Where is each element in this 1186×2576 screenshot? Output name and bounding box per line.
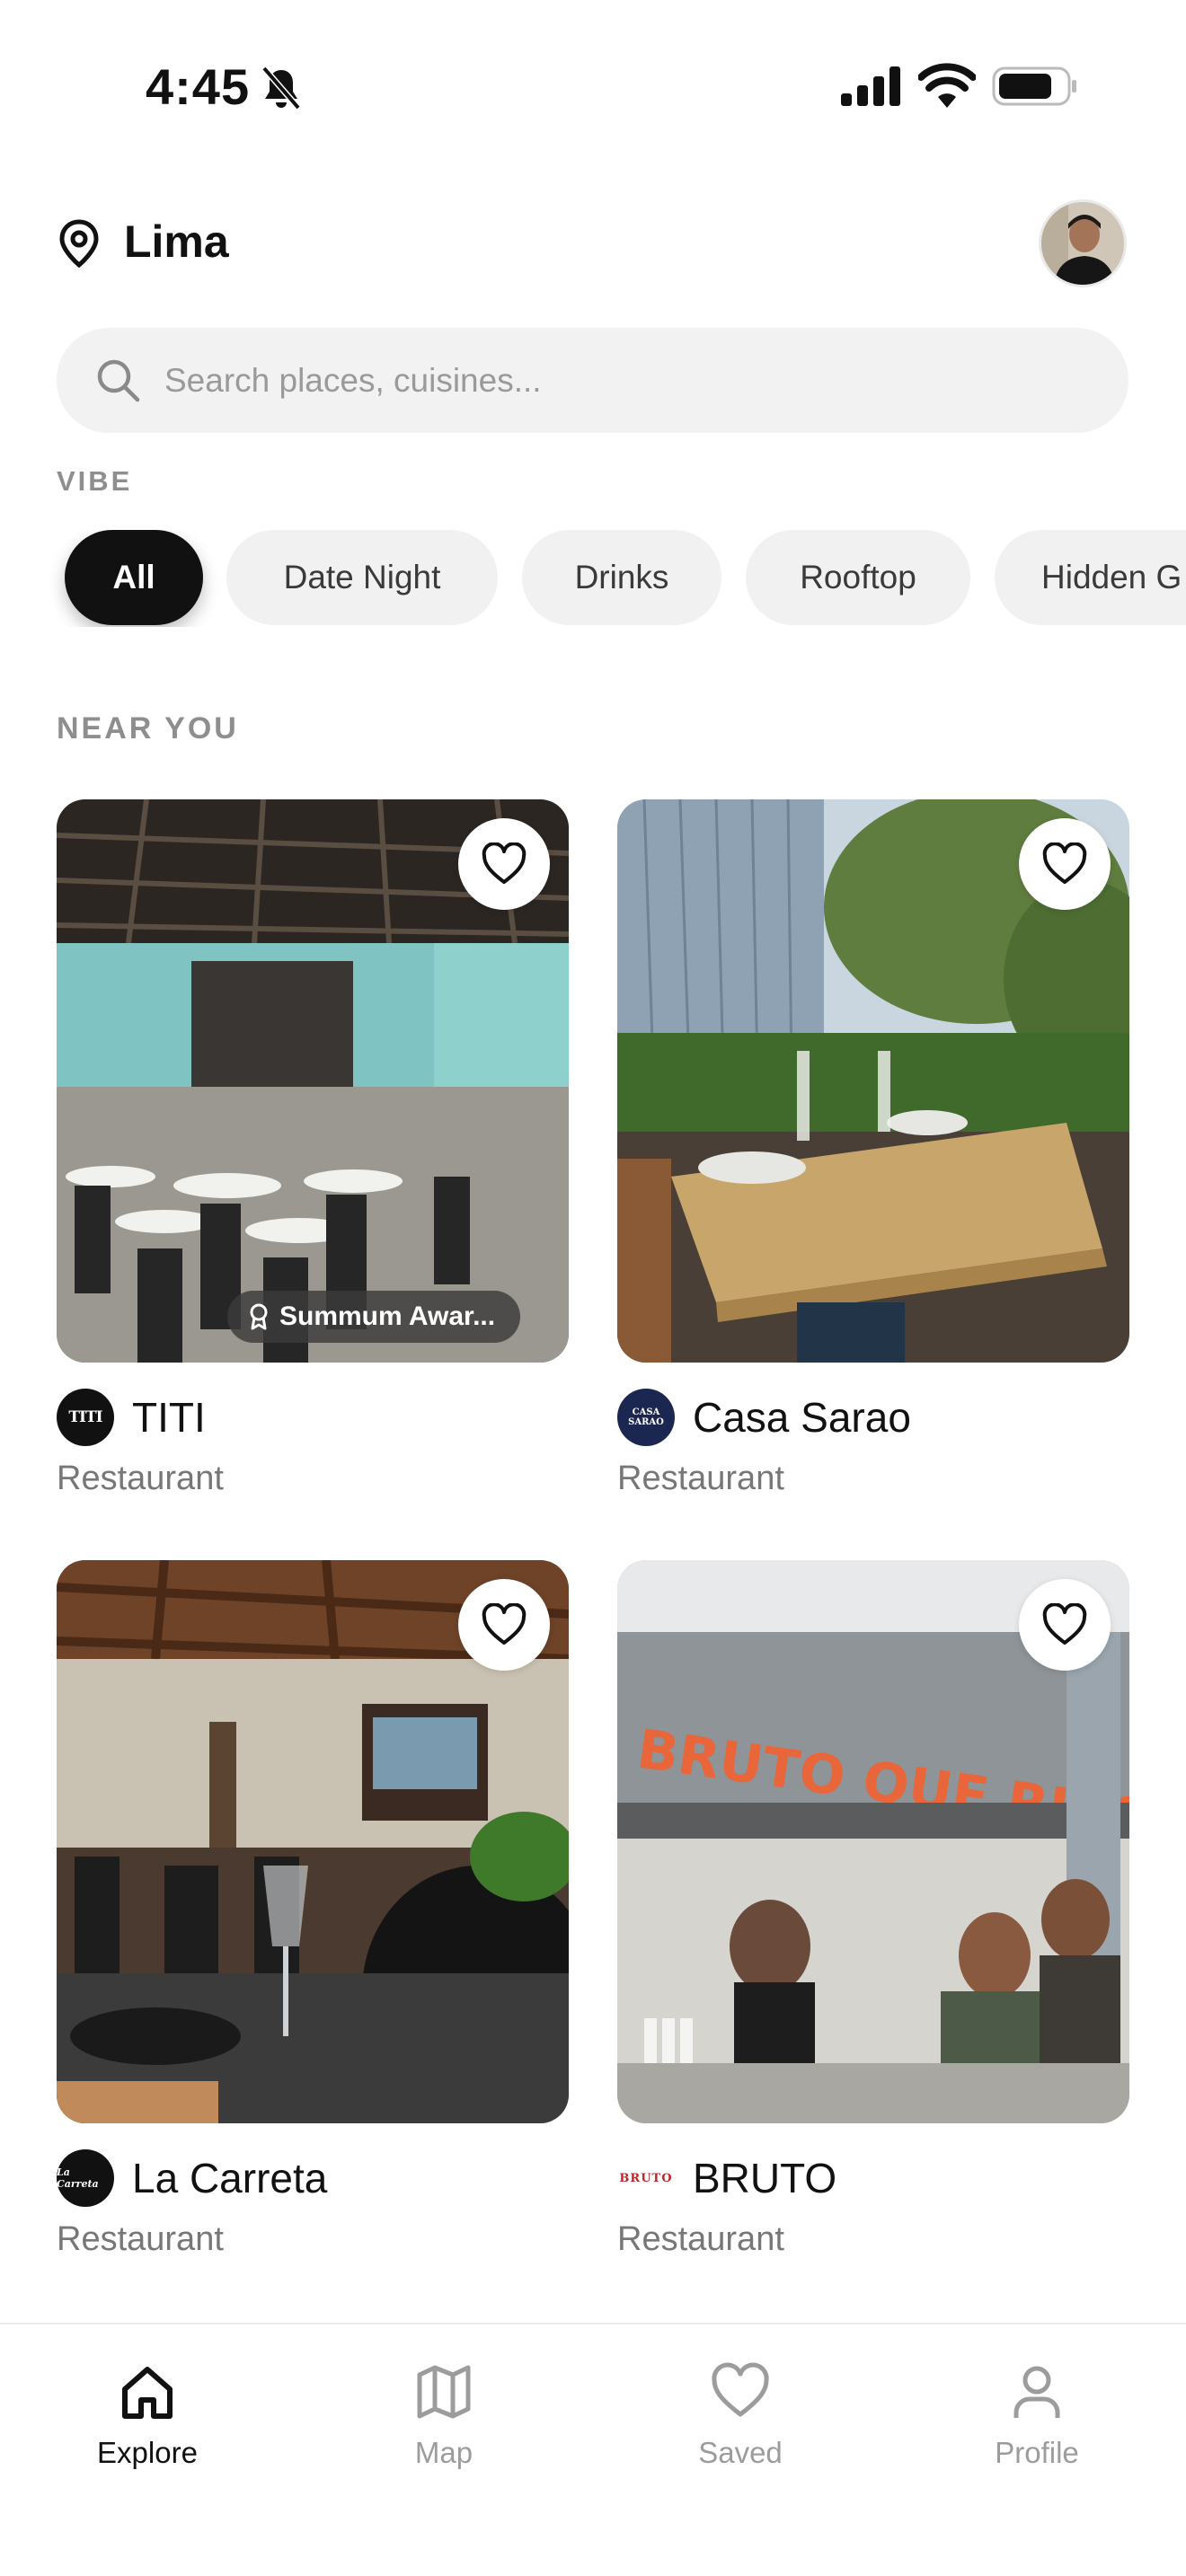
favorite-button[interactable] — [1019, 818, 1111, 910]
heart-icon — [1042, 1603, 1087, 1645]
status-time: 4:45 — [146, 58, 251, 115]
favorite-button[interactable] — [458, 818, 550, 910]
tab-label: Saved — [698, 2436, 783, 2469]
place-name[interactable]: Casa Sarao — [693, 1393, 911, 1442]
battery-icon — [992, 66, 1076, 106]
heart-icon — [712, 2362, 769, 2417]
award-badge: Summum Awar... — [227, 1291, 521, 1343]
tab-map[interactable]: Map — [336, 2360, 552, 2470]
person-icon — [1013, 2366, 1060, 2418]
favorite-button[interactable] — [458, 1579, 550, 1671]
home-icon — [122, 2367, 173, 2419]
bottom-tab-bar: Explore Map Saved Profile — [0, 2323, 1186, 2576]
place-type: Restaurant — [617, 2220, 784, 2258]
award-ribbon-icon — [250, 1303, 268, 1330]
award-badge-text: Summum Awar... — [279, 1301, 496, 1331]
place-card-titi[interactable]: Summum Awar... TITI TITI Restaurant — [57, 799, 569, 1497]
place-card-casa-sarao[interactable]: CASA SARAO Casa Sarao Restaurant — [617, 799, 1129, 1497]
place-name[interactable]: La Carreta — [132, 2154, 327, 2202]
tab-saved[interactable]: Saved — [633, 2360, 848, 2470]
city-selector[interactable]: Lima — [124, 216, 229, 268]
place-name[interactable]: TITI — [132, 1393, 206, 1442]
chip-rooftop[interactable]: Rooftop — [746, 530, 970, 625]
chip-hidden-gems[interactable]: Hidden G — [995, 530, 1186, 625]
search-icon — [97, 359, 140, 402]
favorite-button[interactable] — [1019, 1579, 1111, 1671]
vibe-label: VIBE — [57, 465, 133, 497]
map-icon — [417, 2365, 471, 2419]
place-type: Restaurant — [617, 1460, 784, 1497]
search-input[interactable] — [164, 328, 1099, 433]
location-pin-icon[interactable] — [56, 218, 102, 269]
status-bar: 4:45 — [0, 0, 1186, 171]
explore-screen: 4:45 Lima Search places, cuisines... VIB… — [0, 0, 1186, 2576]
tab-explore[interactable]: Explore — [40, 2360, 255, 2470]
place-type: Restaurant — [57, 2220, 224, 2258]
search-bar[interactable] — [57, 328, 1128, 433]
brand-logo: BRUTO — [617, 2149, 675, 2207]
tab-profile[interactable]: Profile — [929, 2360, 1145, 2470]
place-card-bruto[interactable]: BRUTO QUE RICO BRUTO BRUTO Restaurant — [617, 1560, 1129, 2258]
brand-logo: CASA SARAO — [617, 1389, 675, 1446]
place-photo[interactable] — [57, 1560, 569, 2123]
near-you-label: NEAR YOU — [57, 711, 239, 745]
place-type: Restaurant — [57, 1460, 224, 1497]
tab-label: Map — [414, 2436, 474, 2469]
place-name[interactable]: BRUTO — [693, 2154, 836, 2202]
place-photo[interactable] — [617, 799, 1129, 1363]
avatar-photo — [1041, 202, 1124, 285]
avatar[interactable] — [1039, 199, 1127, 287]
chip-all[interactable]: All — [65, 530, 203, 625]
tab-label: Profile — [995, 2436, 1079, 2469]
heart-icon — [1042, 842, 1087, 884]
brand-logo: La Carreta — [57, 2149, 114, 2207]
heart-icon — [482, 842, 527, 884]
heart-icon — [482, 1603, 527, 1645]
place-title-row: CASA SARAO Casa Sarao — [617, 1388, 911, 1447]
tab-label: Explore — [97, 2436, 198, 2469]
place-card-la-carreta[interactable]: La Carreta La Carreta Restaurant — [57, 1560, 569, 2258]
vibe-chips: All Date Night Drinks Rooftop Hidden G — [0, 530, 1186, 627]
brand-logo: TITI — [57, 1389, 114, 1446]
place-photo[interactable]: BRUTO QUE RICO — [617, 1560, 1129, 2123]
wifi-icon — [918, 63, 976, 108]
bell-off-icon — [261, 66, 301, 110]
place-title-row: La Carreta La Carreta — [57, 2148, 327, 2208]
chip-date-night[interactable]: Date Night — [226, 530, 498, 625]
cellular-signal-icon — [841, 66, 900, 106]
place-title-row: BRUTO BRUTO — [617, 2148, 836, 2208]
place-photo[interactable]: Summum Awar... — [57, 799, 569, 1363]
place-title-row: TITI TITI — [57, 1388, 206, 1447]
chip-drinks[interactable]: Drinks — [522, 530, 721, 625]
